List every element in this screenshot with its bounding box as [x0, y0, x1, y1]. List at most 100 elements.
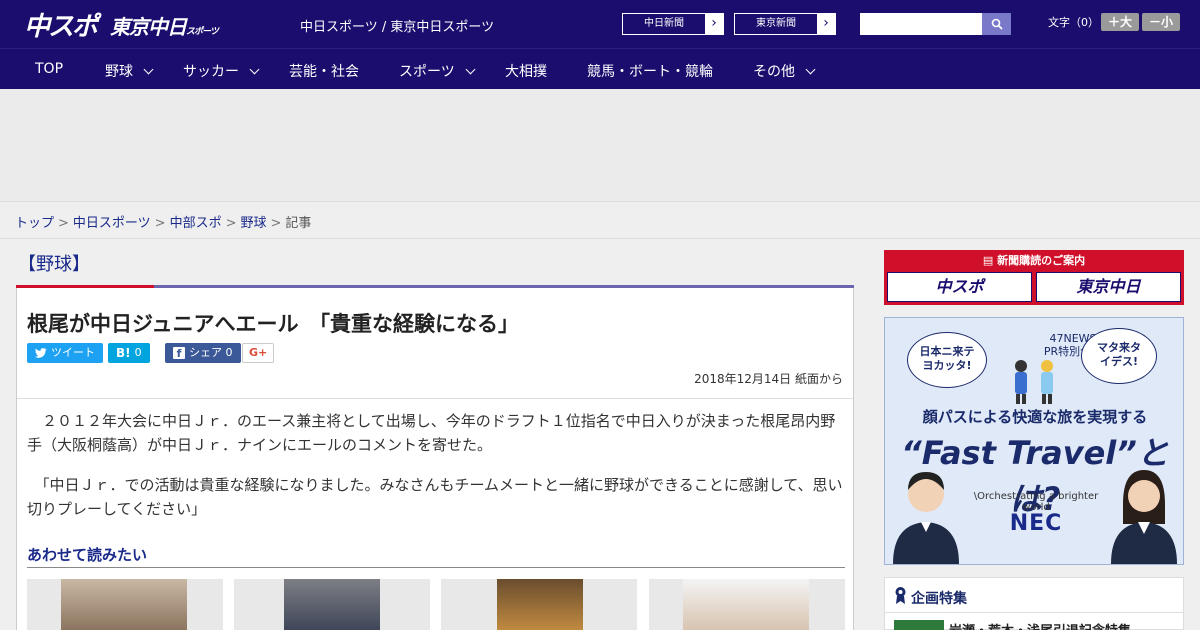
feature-thumbnail[interactable]: [894, 620, 944, 630]
chevron-down-icon: [465, 64, 476, 75]
travelers-illustration: [1015, 360, 1053, 404]
chunichi-shimbun-link[interactable]: 中日新聞 ›: [622, 13, 724, 35]
facebook-share-button[interactable]: f シェア 0: [165, 343, 241, 363]
chuspo-logo[interactable]: 中スポ: [24, 6, 98, 43]
article-divider: [17, 398, 853, 399]
nav-label: 大相撲: [505, 64, 547, 80]
font-size-decrease-button[interactable]: －小: [1142, 13, 1180, 31]
ad-speech-bubble-left: 日本ニ来テヨカッタ!: [907, 332, 987, 388]
twitter-icon: [35, 348, 47, 358]
breadcrumb-separator: >: [58, 216, 69, 231]
ad-person-woman: [1111, 470, 1177, 564]
nav-label: その他: [753, 64, 795, 80]
nav-label: スポーツ: [399, 64, 455, 80]
nav-others[interactable]: その他: [753, 61, 816, 81]
related-article-thumbnail[interactable]: [234, 579, 430, 630]
top-header: 中スポ 東京中日スポーツ 中日スポーツ / 東京中日スポーツ 中日新聞 › 東京…: [0, 0, 1200, 48]
font-size-label: 文字（0）: [1048, 16, 1099, 29]
facebook-share-label: シェア 0: [189, 346, 233, 359]
feature-divider: [885, 612, 1183, 613]
related-articles-title: あわせて読みたい: [27, 546, 148, 564]
chevron-down-icon: [143, 64, 154, 75]
font-size-increase-button[interactable]: ＋大: [1101, 13, 1139, 31]
related-article-image: [497, 579, 583, 630]
breadcrumb: トップ > 中日スポーツ > 中部スポ > 野球 > 記事: [15, 212, 311, 231]
search-button[interactable]: [982, 13, 1011, 35]
nav-label: 野球: [105, 64, 133, 80]
ad-headline: 顔パスによる快適な旅を実現する: [922, 408, 1148, 426]
subscribe-chuspo-logo[interactable]: 中スポ: [887, 272, 1032, 302]
tokyo-shimbun-label: 東京新聞: [735, 14, 817, 34]
sidebar-advertisement[interactable]: 47NEWS PR特別企画 日本ニ来テヨカッタ! マタ来タイデス! 顔パスによる快…: [884, 317, 1184, 565]
hatena-bookmark-button[interactable]: B! 0: [108, 343, 150, 363]
nav-sumo[interactable]: 大相撲: [505, 61, 547, 81]
breadcrumb-separator: >: [154, 216, 166, 231]
chevron-down-icon: [249, 64, 260, 75]
facebook-icon: f: [173, 347, 185, 360]
article-date: 2018年12月14日 紙面から: [694, 372, 843, 386]
article-category: 【野球】: [18, 254, 90, 275]
nav-label: TOP: [35, 61, 64, 77]
related-article-thumbnail[interactable]: [27, 579, 223, 630]
tokyo-shimbun-link[interactable]: 東京新聞 ›: [734, 13, 836, 35]
subscription-title-text: 新聞購読のご案内: [997, 254, 1086, 267]
related-article-thumbnail[interactable]: [649, 579, 845, 630]
article-card: 根尾が中日ジュニアへエール 「貴重な経験になる」 ツイート B! 0 f シェア…: [16, 288, 854, 630]
article-paragraph: 「中日Ｊｒ．での活動は貴重な経験になりました。みなさんもチームメートと一緒に野球…: [27, 476, 843, 518]
breadcrumb-chunichi-sports[interactable]: 中日スポーツ: [73, 216, 151, 231]
chevron-right-icon: ›: [711, 15, 717, 31]
google-plus-icon: G+: [249, 346, 268, 359]
breadcrumb-separator: >: [270, 216, 282, 231]
ad-person-man: [893, 472, 959, 564]
nav-sports[interactable]: スポーツ: [399, 61, 476, 81]
tokyo-logo-sub: スポーツ: [186, 27, 219, 37]
nav-label: 競馬・ボート・競輪: [587, 64, 713, 80]
newspaper-icon: ▤: [982, 254, 998, 267]
google-plus-button[interactable]: G+: [242, 343, 275, 363]
nav-label: サッカー: [183, 64, 239, 80]
nav-baseball[interactable]: 野球: [105, 61, 154, 81]
article-headline: 根尾が中日ジュニアへエール 「貴重な経験になる」: [27, 312, 520, 336]
feature-section: 企画特集 岩瀬・荒木・浅尾引退記念特集: [884, 577, 1184, 630]
related-article-image: [683, 579, 809, 630]
ad-speech-bubble-right: マタ来タイデス!: [1081, 328, 1157, 384]
nav-entertainment[interactable]: 芸能・社会: [289, 61, 359, 81]
related-article-image: [284, 579, 380, 630]
breadcrumb-chubu-spo[interactable]: 中部スポ: [170, 216, 222, 231]
site-name: 中日スポーツ / 東京中日スポーツ: [300, 20, 495, 35]
chevron-down-icon: [805, 64, 816, 75]
nav-racing[interactable]: 競馬・ボート・競輪: [587, 61, 713, 81]
nav-top[interactable]: TOP: [35, 61, 63, 77]
nec-logo: NEC: [1009, 511, 1063, 536]
search-input[interactable]: [860, 13, 982, 35]
nav-soccer[interactable]: サッカー: [183, 61, 260, 81]
subscription-title: ▤ 新聞購読のご案内: [884, 252, 1184, 268]
chunichi-shimbun-label: 中日新聞: [623, 14, 705, 34]
related-divider: [27, 567, 845, 568]
subscribe-tokyo-chunichi-logo[interactable]: 東京中日: [1036, 272, 1181, 302]
tokyo-logo-main: 東京中日: [110, 15, 187, 39]
feature-item-link[interactable]: 岩瀬・荒木・浅尾引退記念特集: [949, 620, 1131, 630]
breadcrumb-baseball[interactable]: 野球: [241, 216, 267, 231]
breadcrumb-separator: >: [225, 216, 237, 231]
related-article-thumbnail[interactable]: [441, 579, 637, 630]
search-icon: [991, 18, 1003, 30]
tweet-button[interactable]: ツイート: [27, 343, 103, 363]
hatena-icon: B!: [116, 346, 131, 360]
chevron-right-icon: ›: [823, 15, 829, 31]
breadcrumb-bar: トップ > 中日スポーツ > 中部スポ > 野球 > 記事: [0, 201, 1200, 239]
tweet-label: ツイート: [51, 346, 95, 359]
hatena-count: 0: [134, 346, 142, 359]
tokyo-chunichi-logo[interactable]: 東京中日スポーツ: [110, 11, 219, 40]
ribbon-icon: [895, 587, 906, 604]
related-article-image: [61, 579, 187, 630]
article-paragraph: ２０１２年大会に中日Ｊｒ．のエース兼主将として出場し、今年のドラフト１位指名で中…: [27, 412, 836, 454]
main-navigation: TOP 野球 サッカー 芸能・社会 スポーツ 大相撲 競馬・ボート・競輪 その他: [0, 48, 1200, 89]
breadcrumb-current: 記事: [285, 216, 312, 231]
subscription-box[interactable]: ▤ 新聞購読のご案内 中スポ 東京中日: [884, 250, 1184, 305]
feature-section-title: 企画特集: [911, 591, 967, 607]
nav-label: 芸能・社会: [289, 64, 359, 80]
ad-banner-area: [0, 89, 1200, 201]
breadcrumb-top[interactable]: トップ: [15, 216, 54, 231]
ad-tagline: \Orchestrating a brighter world: [973, 491, 1099, 513]
